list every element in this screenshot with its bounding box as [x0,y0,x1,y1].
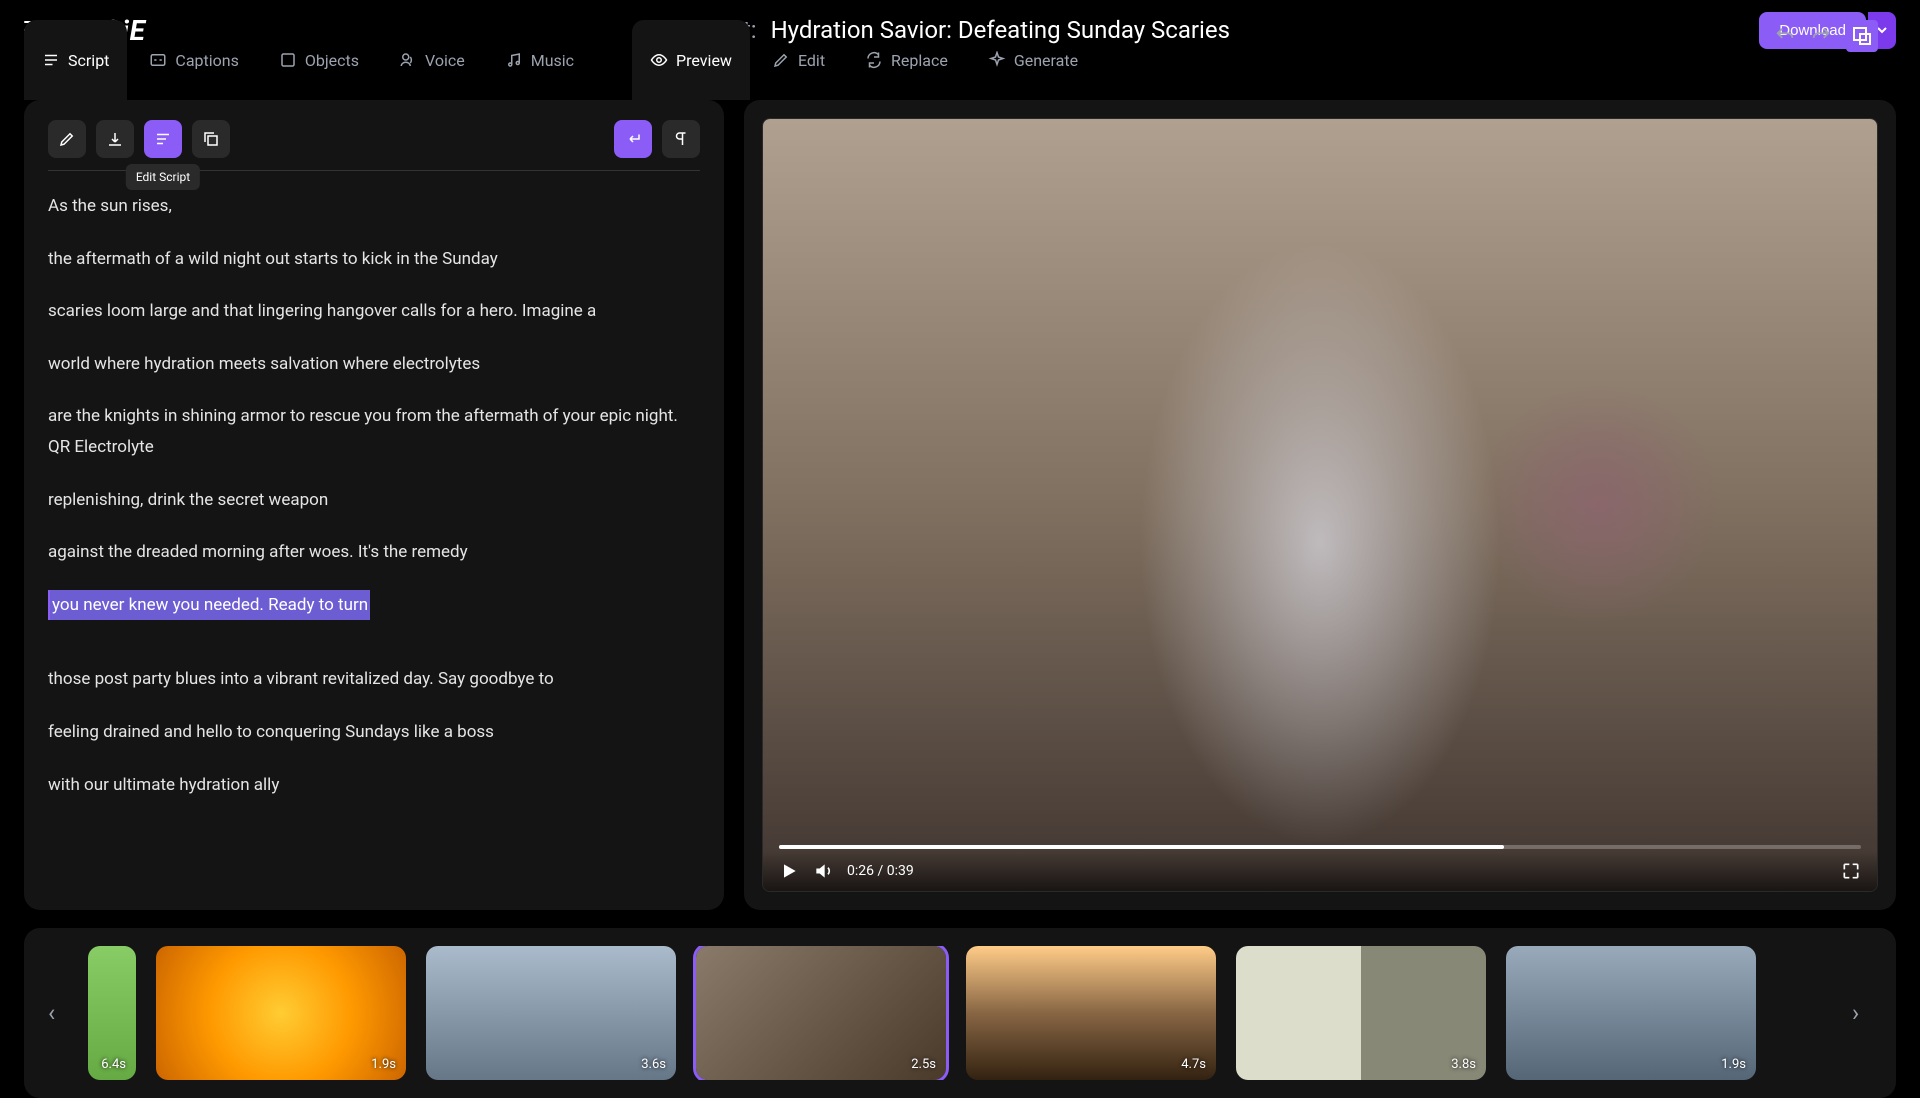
timeline-clip[interactable]: 1.9s [156,946,406,1080]
clip-duration: 3.8s [1451,1057,1476,1072]
timeline-clip[interactable]: 3.6s [426,946,676,1080]
undo-icon[interactable] [1774,25,1796,47]
script-line[interactable]: are the knights in shining armor to resc… [48,401,700,462]
tab-replace[interactable]: Replace [847,20,966,100]
script-line[interactable]: replenishing, drink the secret weapon [48,485,700,516]
timeline-clip[interactable]: 6.4s [88,946,136,1080]
paragraph-button[interactable] [662,120,700,158]
script-line[interactable]: feeling drained and hello to conquering … [48,717,700,748]
tab-voice[interactable]: Voice [381,20,483,100]
timeline-clip[interactable]: 4.7s [966,946,1216,1080]
tab-music[interactable]: Music [487,20,592,100]
pencil-tool-button[interactable] [48,120,86,158]
clip-duration: 6.4s [101,1057,126,1072]
tab-generate[interactable]: Generate [970,20,1096,100]
copy-button[interactable] [192,120,230,158]
download-script-button[interactable] [96,120,134,158]
fullscreen-icon[interactable] [1841,861,1861,881]
script-body[interactable]: As the sun rises, the aftermath of a wil… [24,171,724,910]
timeline: ‹ 6.4s 1.9s 3.6s 2.5s 4.7s 3.8s 1.9s › [24,928,1896,1098]
play-icon[interactable] [779,861,799,881]
script-line[interactable]: the aftermath of a wild night out starts… [48,244,700,275]
tab-captions[interactable]: Captions [131,20,256,100]
script-line[interactable]: those post party blues into a vibrant re… [48,664,700,695]
clip-duration: 1.9s [1721,1057,1746,1072]
tooltip-edit-script: Edit Script [126,164,200,190]
tab-preview[interactable]: Preview [632,20,750,100]
enter-button[interactable] [614,120,652,158]
script-line[interactable]: against the dreaded morning after woes. … [48,537,700,568]
clip-duration: 1.9s [371,1057,396,1072]
redo-icon[interactable] [1810,25,1832,47]
tab-script[interactable]: Script [24,20,127,100]
timeline-clip-selected[interactable]: 2.5s [696,946,946,1080]
video-preview[interactable]: 0:26 / 0:39 [762,118,1878,892]
clip-duration: 3.6s [641,1057,666,1072]
timeline-prev-icon[interactable]: ‹ [48,999,68,1027]
video-time: 0:26 / 0:39 [847,863,914,879]
script-line[interactable]: As the sun rises, [48,191,700,222]
script-line[interactable]: with our ultimate hydration ally [48,770,700,801]
tab-edit[interactable]: Edit [754,20,843,100]
volume-icon[interactable] [813,861,833,881]
export-icon[interactable] [1846,20,1878,52]
script-line-highlighted[interactable]: you never knew you needed. Ready to turn [48,590,370,621]
video-progress-bar[interactable] [779,845,1861,849]
script-line[interactable]: world where hydration meets salvation wh… [48,349,700,380]
timeline-next-icon[interactable]: › [1852,999,1872,1027]
clip-duration: 2.5s [911,1057,936,1072]
script-line[interactable]: scaries loom large and that lingering ha… [48,296,700,327]
edit-script-button[interactable]: Edit Script [144,120,182,158]
video-frame [763,119,1877,891]
timeline-clip[interactable]: 1.9s [1506,946,1756,1080]
clip-duration: 4.7s [1181,1057,1206,1072]
timeline-clip[interactable]: 3.8s [1236,946,1486,1080]
tab-objects[interactable]: Objects [261,20,377,100]
